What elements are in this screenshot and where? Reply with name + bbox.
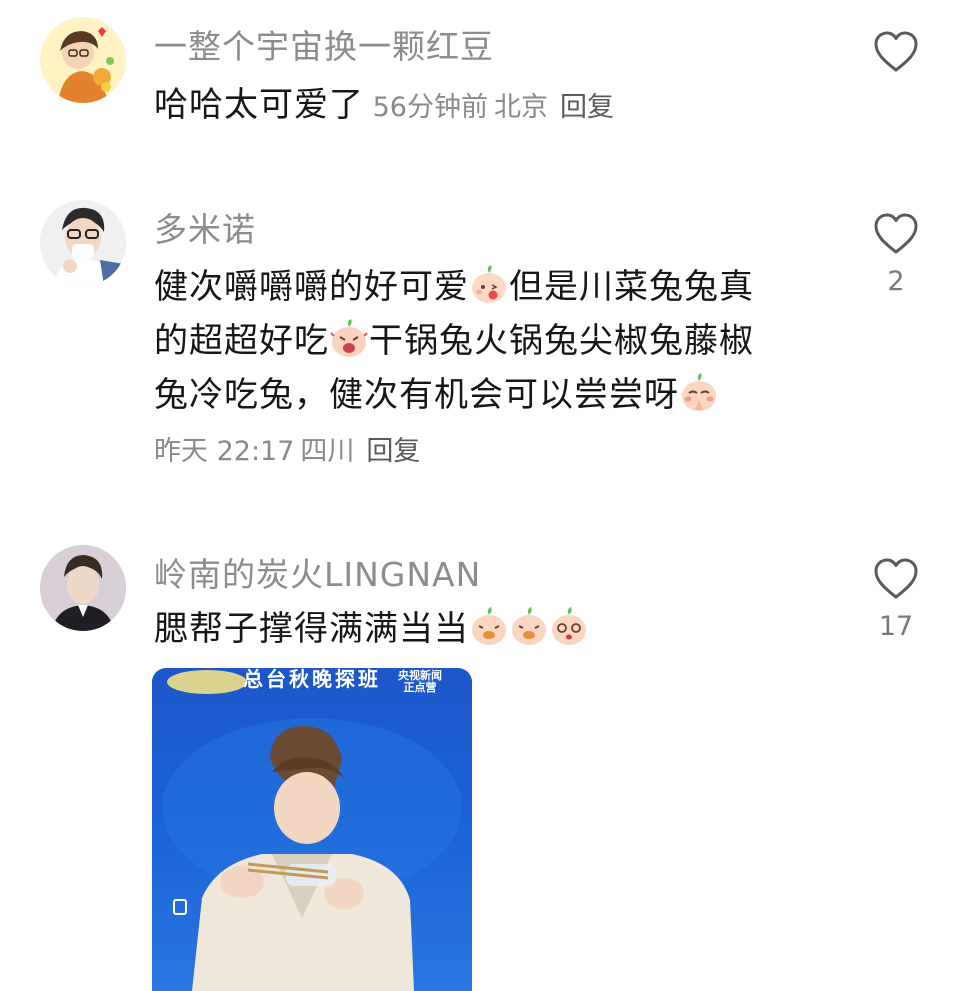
comment-location: 北京	[493, 92, 548, 123]
peach-eating-emoji	[510, 606, 548, 646]
comment-meta: 56分钟前 北京 回复	[364, 92, 620, 123]
comment-body-segment: 但是川菜兔兔真	[509, 267, 754, 307]
avatar[interactable]	[40, 545, 126, 631]
avatar-cartoon-icon	[40, 17, 126, 103]
heart-outline-icon	[874, 558, 918, 599]
reply-button[interactable]: 回复	[366, 436, 420, 467]
avatar[interactable]	[40, 17, 126, 103]
comment-text: 健次嚼嚼嚼的好可爱 但是川菜兔兔真 的超超好吃 干锅兔火锅兔尖椒兔藤椒 兔冷吃兔，健…	[154, 260, 814, 480]
comment-body-segment: 的超超好吃	[154, 321, 329, 361]
heart-outline-icon	[874, 31, 918, 72]
comment-username[interactable]: 多米诺	[154, 203, 256, 251]
comment-line: 兔冷吃兔，健次有机会可以尝尝呀	[154, 368, 814, 422]
reply-button[interactable]: 回复	[560, 92, 614, 123]
peach-shout-emoji	[330, 318, 368, 358]
comment-image[interactable]: 总台秋晚探班 央视新闻 正点营	[152, 668, 472, 991]
photo-badge-line: 正点营	[403, 681, 437, 694]
comment-text: 哈哈太可爱了 56分钟前 北京 回复	[154, 78, 814, 135]
comment-body-segment: 干锅兔火锅兔尖椒兔藤椒	[369, 321, 754, 361]
comment-body-segment: 健次嚼嚼嚼的好可爱	[154, 267, 469, 307]
comment-text: 腮帮子撑得满满当当	[154, 602, 814, 656]
comment-body: 腮帮子撑得满满当当	[154, 609, 469, 649]
like-count: 2	[887, 266, 905, 297]
photo-badge: 央视新闻 正点营	[398, 670, 442, 694]
comment-username[interactable]: 一整个宇宙换一颗红豆	[154, 20, 494, 68]
avatar-man-glasses-icon	[40, 200, 126, 286]
photo-scene	[162, 670, 462, 991]
like-button[interactable]: 2	[866, 212, 926, 297]
heart-outline-icon	[874, 213, 918, 254]
like-button[interactable]	[866, 30, 926, 74]
like-count: 17	[878, 611, 914, 642]
peach-kiss-emoji	[470, 264, 508, 304]
comment-time: 56分钟前	[372, 92, 488, 123]
peach-praying-emoji	[680, 372, 718, 412]
comment-body: 哈哈太可爱了	[154, 85, 364, 125]
comment-line: 健次嚼嚼嚼的好可爱 但是川菜兔兔真	[154, 260, 814, 314]
comment-location: 四川	[300, 436, 355, 467]
avatar[interactable]	[40, 200, 126, 286]
comment-line: 的超超好吃 干锅兔火锅兔尖椒兔藤椒	[154, 314, 814, 368]
peach-amazed-emoji	[550, 606, 588, 646]
like-button[interactable]: 17	[866, 557, 926, 642]
comment-username[interactable]: 岭南的炭火LINGNAN	[154, 548, 481, 596]
comment-time: 昨天 22:17	[154, 436, 295, 467]
peach-eating-emoji	[470, 606, 508, 646]
comment-body-segment: 兔冷吃兔，健次有机会可以尝尝呀	[154, 375, 679, 415]
comment-meta: 昨天 22:17 四川 回复	[154, 424, 814, 480]
avatar-man-portrait-icon	[40, 545, 126, 631]
